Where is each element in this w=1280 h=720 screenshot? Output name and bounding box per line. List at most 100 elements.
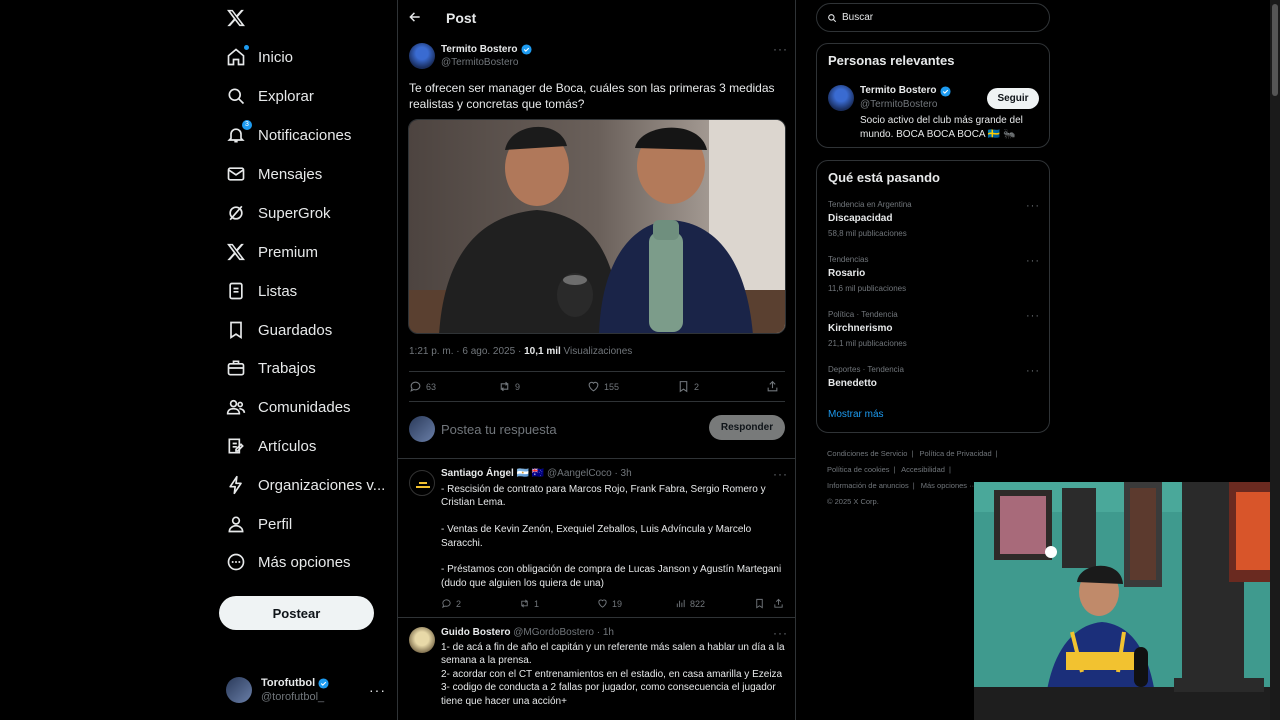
reply-tweet[interactable]: Santiago Ángel 🇦🇷 🇦🇺 @AangelCoco · 3h ··… [398,460,795,618]
reply-input[interactable] [441,418,701,440]
nav-organizations[interactable]: Organizaciones v... [226,469,385,501]
trend-item[interactable]: Tendencias Rosario 11,6 mil publicacione… [828,255,1040,293]
like-button[interactable]: 155 [587,380,619,393]
separator: | [911,449,914,458]
more-options-icon[interactable]: ··· [1026,255,1040,267]
tweet-timestamp[interactable]: 1:21 p. m. · 6 ago. 2025 · [409,346,524,357]
account-switcher[interactable]: Torofutbol @torofutbol_ ··· [226,674,386,706]
search-input[interactable] [842,12,1032,23]
reply-author-name[interactable]: Santiago Ángel 🇦🇷 🇦🇺 [441,468,544,479]
footer-link[interactable]: Política de Privacidad [920,449,992,458]
reply-author-handle[interactable]: @AangelCoco [547,468,612,479]
follow-button[interactable]: Seguir [987,88,1039,109]
nav-profile-label: Perfil [258,515,293,533]
more-options-icon[interactable]: ··· [773,467,788,481]
nav-messages-label: Mensajes [258,165,323,183]
trend-item[interactable]: Deportes · Tendencia Benedetto ··· [828,365,1040,389]
views-button[interactable]: 822 [675,598,705,609]
nav-supergrok[interactable]: SuperGrok [226,197,331,229]
search-icon [226,86,246,106]
nav-messages[interactable]: Mensajes [226,158,322,190]
footer-link[interactable]: Condiciones de Servicio [827,449,907,458]
avatar[interactable] [828,85,854,111]
footer-link[interactable]: Más opciones ··· [921,481,977,490]
like-button[interactable]: 19 [597,598,622,609]
footer-link[interactable]: Política de cookies [827,465,890,474]
trend-context: Tendencia en Argentina [828,200,912,209]
relevant-name[interactable]: Termito Bostero [860,84,937,98]
retweet-button[interactable]: 1 [519,598,539,609]
avatar[interactable] [409,43,435,69]
trend-item[interactable]: Política · Tendencia Kirchnerismo 21,1 m… [828,310,1040,348]
people-icon [226,397,246,417]
article-icon [226,436,246,456]
bar-chart-icon [676,599,685,608]
avatar[interactable] [409,470,435,496]
trend-count: 58,8 mil publicaciones [828,229,907,238]
reply-time[interactable]: · 1h [597,627,614,638]
more-options-icon[interactable]: ··· [773,626,788,640]
author-name[interactable]: Termito Bostero [441,43,518,56]
more-dots-icon[interactable]: ··· [369,682,386,698]
list-icon [226,281,246,301]
share-button[interactable] [766,380,783,393]
avatar[interactable] [409,627,435,653]
nav-explore[interactable]: Explorar [226,80,314,112]
nav-notifications-label: Notificaciones [258,126,352,144]
nav-articles[interactable]: Artículos [226,430,316,462]
like-count: 155 [604,381,620,392]
reply-author-name[interactable]: Guido Bostero [441,627,510,638]
more-options-icon[interactable]: ··· [1026,200,1040,212]
heart-icon [588,381,599,392]
person-icon [226,514,246,534]
more-options-icon[interactable]: ··· [1026,310,1040,322]
x-logo-icon[interactable] [226,8,246,28]
avatar [409,416,435,442]
nav-premium[interactable]: Premium [226,236,318,268]
back-arrow-icon[interactable] [408,10,422,24]
tweet-text: Te ofrecen ser manager de Boca, cuáles s… [409,81,775,111]
nav-profile[interactable]: Perfil [226,508,292,540]
nav-communities[interactable]: Comunidades [226,391,351,423]
bookmark-icon [679,381,688,393]
panel-title: Personas relevantes [828,53,955,68]
show-more-link[interactable]: Mostrar más [828,409,884,420]
views-label: Visualizaciones [560,346,633,357]
more-options-icon[interactable]: ··· [773,42,788,56]
share-button[interactable] [773,598,788,609]
retweet-button[interactable]: 9 [498,380,520,393]
footer-link[interactable]: Accesibilidad [901,465,945,474]
reply-tweet[interactable]: Guido Bostero @MGordoBostero · 1h ··· 1-… [398,619,795,720]
nav-home[interactable]: Inicio [226,41,293,73]
like-count: 19 [612,598,623,609]
author-handle[interactable]: @TermitoBostero [441,56,532,69]
nav-notifications[interactable]: 3 Notificaciones [226,119,351,151]
reply-time[interactable]: · 3h [614,468,631,479]
separator: | [948,465,951,474]
footer-link[interactable]: Información de anuncios [827,481,909,490]
nav-lists[interactable]: Listas [226,275,297,307]
relevant-handle[interactable]: @TermitoBostero [860,98,951,112]
trend-item[interactable]: Tendencia en Argentina Discapacidad 58,8… [828,200,1040,238]
home-icon [226,45,249,67]
nav-jobs[interactable]: Trabajos [226,352,316,384]
retweet-icon [521,599,528,608]
nav-articles-label: Artículos [258,437,317,455]
nav-bookmarks[interactable]: Guardados [226,314,332,346]
reply-button[interactable]: 63 [409,380,436,393]
bookmark-button[interactable]: 2 [677,380,699,393]
reply-submit-button[interactable]: Responder [709,415,785,440]
tweet-photo[interactable]: T [408,119,786,334]
nav-more[interactable]: Más opciones [226,546,351,578]
reply-button[interactable]: 2 [441,598,461,609]
nav-organizations-label: Organizaciones v... [258,476,386,494]
post-button[interactable]: Postear [219,596,374,630]
lightning-icon [226,475,246,495]
scrollbar-thumb[interactable] [1272,4,1278,96]
trend-count: 11,6 mil publicaciones [828,284,907,293]
more-options-icon[interactable]: ··· [1026,365,1040,377]
reply-author-handle[interactable]: @MGordoBostero [513,627,594,638]
bookmark-button[interactable] [754,598,769,609]
page-scrollbar[interactable] [1270,0,1280,720]
nav-lists-label: Listas [258,282,298,300]
